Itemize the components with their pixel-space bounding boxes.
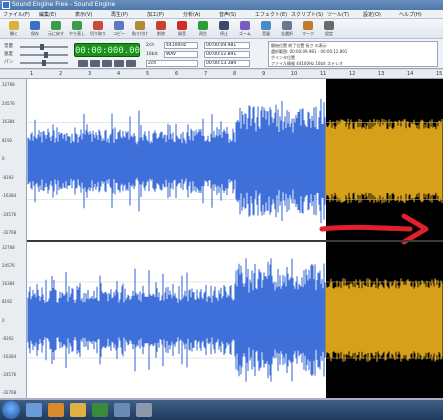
media-player-icon[interactable] (48, 403, 64, 417)
red-arrow-annotation (319, 224, 413, 232)
selected-waveform-trace (325, 118, 443, 204)
channel-divider (27, 240, 443, 242)
app2-icon[interactable] (136, 403, 152, 417)
selected-waveform-trace (325, 278, 443, 362)
waveform-trace (27, 98, 326, 224)
explorer-icon[interactable] (26, 403, 42, 417)
taskbar (0, 400, 443, 420)
waveform-canvas (27, 98, 443, 382)
start-button[interactable] (2, 401, 20, 419)
waveform-trace (27, 258, 326, 382)
folder-icon[interactable] (70, 403, 86, 417)
sound-engine-icon[interactable] (92, 403, 108, 417)
app-icon[interactable] (114, 403, 130, 417)
